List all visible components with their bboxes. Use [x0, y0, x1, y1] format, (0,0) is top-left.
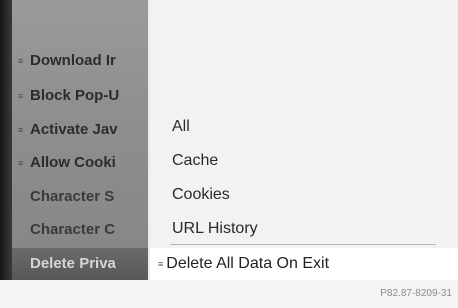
menu-item-label: Character S: [30, 188, 115, 205]
menu-item-label: Delete Priva: [30, 255, 116, 272]
menu-item-download-images[interactable]: ≡ Download Ir: [12, 46, 148, 76]
checkbox-icon: ≡: [18, 125, 24, 136]
menu-item-allow-cookies[interactable]: ≡ Allow Cooki: [12, 148, 148, 178]
menu-item-block-popups[interactable]: ≡ Block Pop-U: [12, 81, 148, 111]
left-edge-bar: [0, 0, 12, 280]
submenu-item-cache[interactable]: Cache: [172, 146, 218, 176]
checkbox-icon: ≡: [18, 158, 24, 169]
menu-item-delete-private-data[interactable]: Delete Priva: [12, 248, 148, 280]
menu-item-label: Allow Cooki: [30, 154, 116, 171]
figure-footer: P82.87-8209-31: [0, 280, 458, 308]
submenu-divider: [170, 244, 436, 245]
menu-item-label: Activate Jav: [30, 121, 118, 138]
submenu-item-delete-on-exit[interactable]: ≡ Delete All Data On Exit: [150, 248, 458, 280]
checkbox-icon: ≡: [18, 91, 24, 102]
delete-private-data-submenu: All Cache Cookies URL History ≡ Delete Al…: [150, 0, 458, 280]
submenu-item-all[interactable]: All: [172, 112, 190, 142]
settings-menu-panel: ≡ Download Ir ≡ Block Pop-U ≡ Activate Jav …: [12, 0, 148, 280]
menu-item-label: Block Pop-U: [30, 87, 120, 104]
menu-item-character-size[interactable]: Character S: [12, 182, 148, 212]
checkbox-icon: ≡: [158, 259, 164, 269]
menu-item-activate-javascript[interactable]: ≡ Activate Jav: [12, 115, 148, 145]
menu-item-character-coding[interactable]: Character C: [12, 215, 148, 245]
figure-reference-code: P82.87-8209-31: [380, 288, 452, 299]
submenu-item-cookies[interactable]: Cookies: [172, 180, 230, 210]
menu-item-label: Character C: [30, 221, 116, 238]
submenu-item-url-history[interactable]: URL History: [172, 214, 258, 244]
browser-settings-screen: ≡ Download Ir ≡ Block Pop-U ≡ Activate Jav …: [0, 0, 458, 280]
menu-item-label: Download Ir: [30, 52, 116, 69]
checkbox-icon: ≡: [18, 56, 24, 67]
submenu-item-label: Delete All Data On Exit: [166, 255, 330, 273]
